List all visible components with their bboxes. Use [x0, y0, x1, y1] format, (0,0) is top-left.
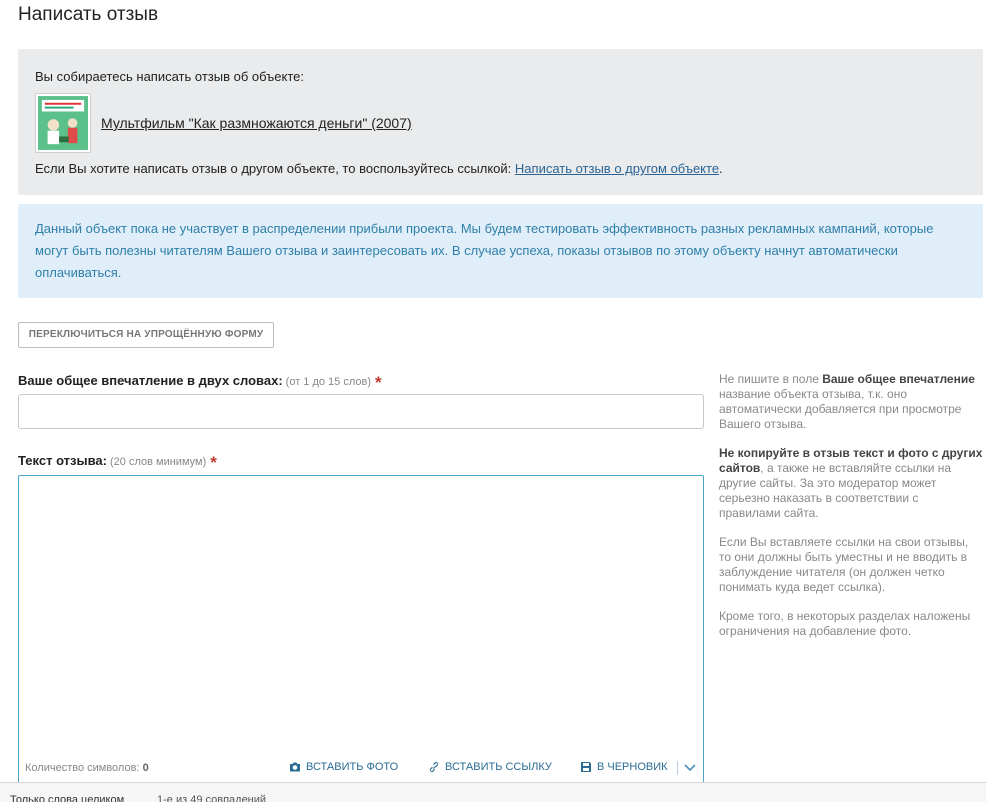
- required-mark: *: [210, 453, 217, 472]
- review-textarea[interactable]: [18, 475, 704, 785]
- insert-link-button[interactable]: ВСТАВИТЬ ССЫЛКУ: [428, 761, 552, 773]
- other-object-text: Если Вы хотите написать отзыв о другом о…: [35, 161, 723, 176]
- rule-1-a: Не пишите в поле: [719, 372, 823, 386]
- chevron-down-icon: [684, 764, 696, 772]
- impression-hint: (от 1 до 15 слов): [285, 376, 372, 388]
- impression-label-text: Ваше общее впечатление в двух словах:: [18, 373, 283, 388]
- impression-input[interactable]: [18, 394, 704, 429]
- other-object-prefix: Если Вы хотите написать отзыв о другом о…: [35, 161, 512, 176]
- char-count-label: Количество символов:: [25, 762, 140, 774]
- rule-paragraph: Не пишите в поле Ваше общее впечатление …: [719, 372, 983, 432]
- object-intro-text: Вы собираетесь написать отзыв об объекте…: [35, 69, 304, 84]
- insert-link-label: ВСТАВИТЬ ССЫЛКУ: [445, 761, 552, 773]
- rule-paragraph: Кроме того, в некоторых разделах наложен…: [719, 609, 971, 638]
- insert-photo-label: ВСТАВИТЬ ФОТО: [306, 761, 399, 773]
- insert-photo-button[interactable]: ВСТАВИТЬ ФОТО: [289, 761, 398, 773]
- rule-paragraph: Не копируйте в отзыв текст и фото с друг…: [719, 446, 983, 521]
- save-draft-label: В ЧЕРНОВИК: [597, 761, 668, 773]
- rule-1-c: название объекта отзыва, т.к. оно автома…: [719, 387, 962, 431]
- review-text-label: Текст отзыва: (20 слов минимум) *: [18, 453, 217, 473]
- review-object-panel: Вы собираетесь написать отзыв об объекте…: [18, 49, 983, 195]
- more-options-toggle[interactable]: [683, 760, 697, 777]
- object-title-link[interactable]: Мультфильм "Как размножаются деньги" (20…: [101, 115, 412, 131]
- rule-paragraph: Если Вы вставляете ссылки на свои отзывы…: [719, 535, 969, 594]
- review-label-text: Текст отзыва:: [18, 453, 107, 468]
- editor-toolbar: Количество символов: 0 ВСТАВИТЬ ФОТО ВСТ…: [19, 756, 703, 780]
- camera-icon: [290, 762, 300, 772]
- floppy-disk-icon: [581, 762, 591, 772]
- required-mark: *: [375, 373, 382, 392]
- save-draft-button[interactable]: В ЧЕРНОВИК: [580, 761, 668, 773]
- review-hint: (20 слов минимум): [110, 456, 207, 468]
- browser-find-bar: Только слова целиком 1-е из 49 совпадени…: [0, 782, 986, 802]
- find-match-count: 1-е из 49 совпадений: [157, 794, 267, 802]
- other-object-link[interactable]: Написать отзыв о другом объекте: [515, 161, 719, 176]
- char-count-value: 0: [142, 762, 149, 774]
- rules-sidebar: Не пишите в поле Ваше общее впечатление …: [719, 372, 983, 653]
- page-title: Написать отзыв: [18, 4, 159, 25]
- toolbar-divider: [677, 761, 678, 775]
- char-counter: Количество символов: 0: [25, 762, 149, 774]
- impression-label: Ваше общее впечатление в двух словах: (от…: [18, 373, 382, 393]
- switch-simple-form-button[interactable]: ПЕРЕКЛЮЧИТЬСЯ НА УПРОЩЁННУЮ ФОРМУ: [18, 322, 274, 348]
- rule-1-b: Ваше общее впечатление: [822, 372, 975, 386]
- link-icon: [430, 762, 438, 772]
- profit-info-notice: Данный объект пока не участвует в распре…: [18, 204, 983, 298]
- whole-words-option[interactable]: Только слова целиком: [10, 794, 124, 802]
- movie-poster-image: [38, 96, 88, 150]
- other-object-suffix: .: [719, 161, 723, 176]
- object-thumbnail[interactable]: [35, 93, 91, 153]
